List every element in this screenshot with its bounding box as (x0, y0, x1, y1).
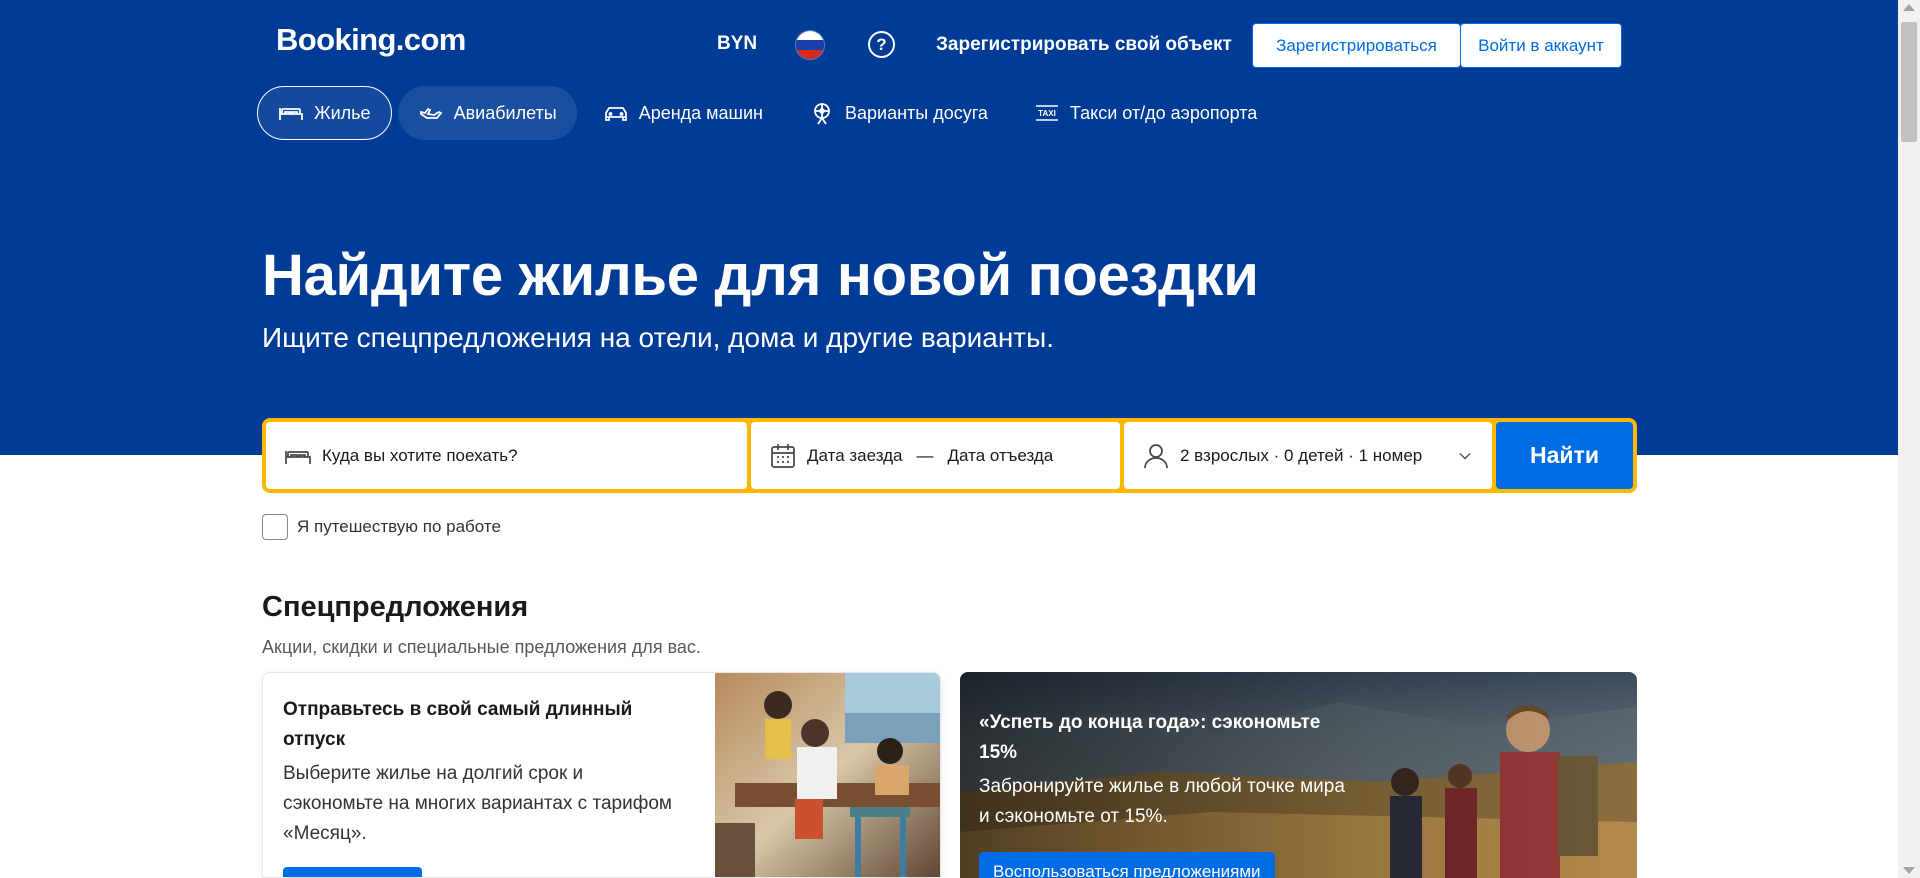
offers-subtitle: Акции, скидки и специальные предложения … (262, 637, 701, 657)
bed-icon (285, 450, 311, 464)
offer-photo-family (715, 673, 940, 877)
hero-banner (0, 0, 1898, 455)
search-bar: Куда вы хотите поехать? Дата заезда — Да… (262, 418, 1637, 493)
offer-card-description: Выберите жилье на долгий срок и сэкономь… (283, 763, 672, 844)
calendar-icon (771, 443, 795, 468)
product-tabs: Жилье Авиабилеты Аренда машин Варианты д… (257, 86, 1277, 140)
tab-label: Варианты досуга (845, 102, 988, 123)
chevron-down-icon (1459, 452, 1471, 459)
register-button[interactable]: Зарегистрироваться (1252, 23, 1461, 68)
login-button[interactable]: Войти в аккаунт (1460, 23, 1622, 68)
person-icon (1144, 443, 1168, 468)
offer-card-button[interactable] (283, 867, 422, 877)
work-travel-checkbox[interactable] (262, 514, 288, 540)
checkin-date[interactable]: Дата заезда (807, 446, 903, 466)
flag-russia-icon[interactable] (795, 30, 825, 60)
scrollbar-thumb[interactable] (1901, 22, 1917, 142)
offer-card-text: «Успеть до конца года»: сэкономьте 15% З… (979, 708, 1359, 832)
destination-placeholder: Куда вы хотите поехать? (322, 445, 518, 465)
search-button[interactable]: Найти (1496, 422, 1633, 489)
offer-card-text: Отправьтесь в свой самый длинный отпуск … (283, 695, 683, 849)
offers-title: Спецпредложения (262, 591, 529, 623)
guests-selector[interactable]: 2 взрослых · 0 детей · 1 номер (1124, 422, 1492, 489)
register-property-link[interactable]: Зарегистрировать свой объект (936, 34, 1232, 56)
offer-card-year-end[interactable]: «Успеть до конца года»: сэкономьте 15% З… (960, 672, 1637, 878)
tab-airport-taxi[interactable]: TAXI Такси от/до аэропорта (1014, 86, 1277, 140)
tab-label: Такси от/до аэропорта (1069, 102, 1258, 123)
destination-input[interactable]: Куда вы хотите поехать? (266, 422, 747, 489)
offer-card-title: «Успеть до конца года»: сэкономьте 15% (979, 712, 1321, 763)
tab-attractions[interactable]: Варианты досуга (789, 86, 1008, 140)
taxi-icon: TAXI (1035, 105, 1058, 121)
work-travel-option[interactable]: Я путешествую по работе (262, 514, 501, 540)
guests-summary: 2 взрослых · 0 детей · 1 номер (1180, 445, 1423, 465)
tab-flights[interactable]: Авиабилеты (397, 86, 577, 140)
date-separator: — (916, 445, 934, 465)
booking-logo[interactable]: Booking.com (276, 22, 466, 58)
page-scrollbar[interactable] (1898, 0, 1920, 878)
question-circle-icon[interactable]: ? (868, 31, 895, 58)
offer-card-button[interactable]: Воспользоваться предложениями (979, 852, 1275, 878)
offer-card-title: Отправьтесь в свой самый длинный отпуск (283, 699, 633, 750)
tab-label: Жилье (314, 102, 371, 123)
hero-title: Найдите жилье для новой поездки (262, 243, 1259, 308)
car-icon (604, 107, 627, 121)
attractions-icon (814, 103, 830, 125)
work-travel-label: Я путешествую по работе (297, 517, 501, 536)
offer-card-long-stay[interactable]: Отправьтесь в свой самый длинный отпуск … (262, 672, 941, 878)
hero-subtitle: Ищите спецпредложения на отели, дома и д… (262, 322, 1055, 353)
tab-stays[interactable]: Жилье (257, 86, 392, 140)
currency-selector[interactable]: BYN (717, 33, 757, 55)
plane-icon (419, 107, 442, 119)
offer-card-description: Забронируйте жилье в любой точке мира и … (979, 776, 1345, 827)
scroll-up-arrow-icon[interactable] (1903, 4, 1915, 11)
checkout-date[interactable]: Дата отъезда (948, 446, 1054, 466)
bed-icon (279, 108, 303, 120)
svg-text:TAXI: TAXI (1038, 109, 1056, 118)
tab-label: Аренда машин (638, 102, 763, 123)
tab-car-rental[interactable]: Аренда машин (583, 86, 783, 140)
scroll-down-arrow-icon[interactable] (1903, 867, 1915, 874)
date-picker[interactable]: Дата заезда — Дата отъезда (751, 422, 1120, 489)
tab-label: Авиабилеты (453, 102, 557, 123)
